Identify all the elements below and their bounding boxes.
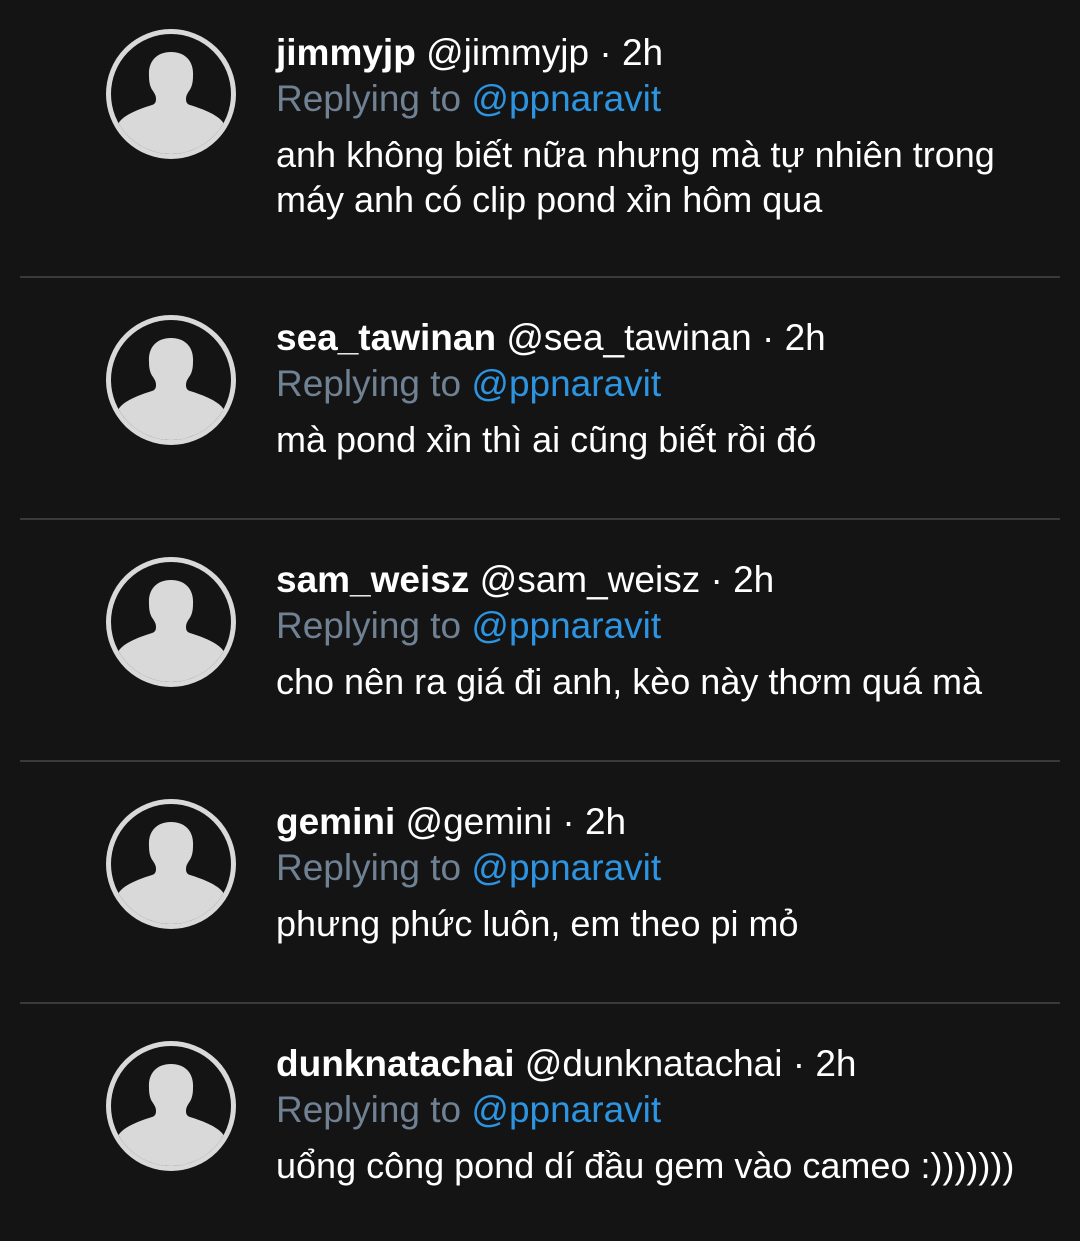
timestamp[interactable]: 2h xyxy=(785,317,826,358)
timestamp[interactable]: 2h xyxy=(585,801,626,842)
replying-to-label: Replying to xyxy=(276,78,462,119)
reply-header: gemini @gemini · 2h xyxy=(276,799,1060,845)
separator-dot: · xyxy=(562,801,575,842)
avatar[interactable] xyxy=(106,1041,236,1171)
divider xyxy=(20,276,1060,278)
reply-header: sam_weisz @sam_weisz · 2h xyxy=(276,557,1060,603)
divider xyxy=(20,760,1060,762)
replying-to-label: Replying to xyxy=(276,363,462,404)
avatar[interactable] xyxy=(106,315,236,445)
reply-text: phưng phức luôn, em theo pi mỏ xyxy=(276,903,799,944)
mention-link[interactable]: @ppnaravit xyxy=(471,1089,661,1130)
mention-link[interactable]: @ppnaravit xyxy=(471,605,661,646)
display-name[interactable]: sea_tawinan xyxy=(276,317,496,358)
default-user-silhouette-icon xyxy=(114,338,228,440)
divider xyxy=(20,518,1060,520)
separator-dot: · xyxy=(792,1043,806,1084)
reply-text: cho nên ra giá đi anh, kèo này thơm quá … xyxy=(276,661,983,702)
user-handle[interactable]: @dunknatachai xyxy=(525,1043,783,1084)
replying-to-label: Replying to xyxy=(276,847,462,888)
replying-to-line: Replying to @ppnaravit xyxy=(276,361,1060,407)
separator-dot: · xyxy=(599,32,612,73)
separator-dot: · xyxy=(761,317,775,358)
mention-link[interactable]: @ppnaravit xyxy=(471,78,661,119)
reply-text: uổng công pond dí đầu gem vào cameo :)))… xyxy=(276,1145,1015,1186)
display-name[interactable]: gemini xyxy=(276,801,395,842)
avatar[interactable] xyxy=(106,557,236,687)
mention-link[interactable]: @ppnaravit xyxy=(471,847,661,888)
timestamp[interactable]: 2h xyxy=(622,32,663,73)
display-name[interactable]: dunknatachai xyxy=(276,1043,515,1084)
mention-link[interactable]: @ppnaravit xyxy=(471,363,661,404)
reply-header: dunknatachai @dunknatachai · 2h xyxy=(276,1041,1060,1087)
display-name[interactable]: jimmyjp xyxy=(276,32,416,73)
default-user-silhouette-icon xyxy=(114,580,228,682)
replying-to-label: Replying to xyxy=(276,605,462,646)
reply-text: anh không biết nữa nhưng mà tự nhiên tro… xyxy=(276,134,995,220)
user-handle[interactable]: @jimmyjp xyxy=(426,32,589,73)
reply-header: jimmyjp @jimmyjp · 2h xyxy=(276,30,1060,76)
reply-thread: jimmyjp @jimmyjp · 2h Replying to @ppnar… xyxy=(0,0,1080,1241)
avatar[interactable] xyxy=(106,29,236,159)
replying-to-line: Replying to @ppnaravit xyxy=(276,76,1060,122)
user-handle[interactable]: @sea_tawinan xyxy=(506,317,751,358)
timestamp[interactable]: 2h xyxy=(733,559,774,600)
user-handle[interactable]: @gemini xyxy=(406,801,553,842)
default-user-silhouette-icon xyxy=(114,822,228,924)
divider xyxy=(20,1002,1060,1004)
replying-to-line: Replying to @ppnaravit xyxy=(276,603,1060,649)
reply-header: sea_tawinan @sea_tawinan · 2h xyxy=(276,315,1060,361)
user-handle[interactable]: @sam_weisz xyxy=(480,559,701,600)
reply-text: mà pond xỉn thì ai cũng biết rồi đó xyxy=(276,419,817,460)
replying-to-line: Replying to @ppnaravit xyxy=(276,1087,1060,1133)
display-name[interactable]: sam_weisz xyxy=(276,559,469,600)
avatar[interactable] xyxy=(106,799,236,929)
default-user-silhouette-icon xyxy=(114,52,228,154)
default-user-silhouette-icon xyxy=(114,1064,228,1166)
timestamp[interactable]: 2h xyxy=(815,1043,856,1084)
replying-to-label: Replying to xyxy=(276,1089,462,1130)
separator-dot: · xyxy=(710,559,723,600)
replying-to-line: Replying to @ppnaravit xyxy=(276,845,1060,891)
